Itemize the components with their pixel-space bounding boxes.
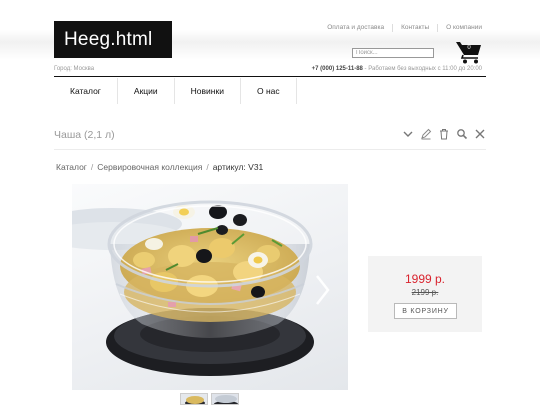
nav-item-promotions[interactable]: Акции: [118, 78, 175, 104]
breadcrumb: Каталог / Сервировочная коллекция / арти…: [56, 162, 263, 172]
search-icon[interactable]: [456, 128, 468, 140]
top-link-payment[interactable]: Оплата и доставка: [319, 24, 392, 32]
trash-icon[interactable]: [438, 128, 450, 140]
site-logo[interactable]: Heeg.html: [54, 21, 172, 58]
close-icon[interactable]: [474, 128, 486, 140]
nav-divider: [54, 76, 486, 77]
nav-item-about[interactable]: О нас: [241, 78, 297, 104]
breadcrumb-serving-collection[interactable]: Сервировочная коллекция: [97, 162, 202, 172]
search-input[interactable]: [352, 48, 434, 58]
page-title: Чаша (2,1 л): [54, 129, 115, 141]
chevron-right-icon: [316, 275, 330, 305]
cart-count-badge: 0: [467, 45, 471, 51]
nav-item-catalog[interactable]: Каталог: [54, 78, 118, 104]
thumbnail-2[interactable]: [211, 393, 239, 405]
phone-number: +7 (000) 125-11-88: [311, 66, 363, 72]
top-link-contacts[interactable]: Контакты: [392, 24, 437, 32]
next-image-button[interactable]: [312, 272, 332, 308]
product-price: 1999 р.: [404, 272, 446, 286]
chevron-down-icon[interactable]: [402, 128, 414, 140]
top-link-about[interactable]: О компании: [437, 24, 482, 32]
breadcrumb-catalog[interactable]: Каталог: [56, 162, 87, 172]
toolbar: [402, 128, 486, 140]
breadcrumb-separator: /: [90, 162, 94, 172]
image-thumbnails: [180, 393, 239, 405]
price-box: 1999 р. 2199 р. В КОРЗИНУ: [368, 256, 482, 332]
product-old-price: 2199 р.: [411, 288, 439, 297]
main-nav: Каталог Акции Новинки О нас: [54, 78, 297, 104]
breadcrumb-separator: /: [206, 162, 209, 172]
contact-line: +7 (000) 125-11-88 - Работаем без выходн…: [312, 66, 482, 72]
title-row: Чаша (2,1 л): [54, 124, 486, 150]
bowl-photo: [72, 200, 314, 376]
thumbnail-1[interactable]: [180, 393, 208, 405]
thumbnail-2-picture: [212, 394, 238, 404]
edit-icon[interactable]: [420, 128, 432, 140]
working-hours: - Работаем без выходных с 11:00 до 20:00: [362, 66, 482, 72]
nav-item-new[interactable]: Новинки: [175, 78, 241, 104]
city-label: Город: Москва: [54, 66, 95, 72]
product-image[interactable]: [72, 184, 348, 390]
top-links: Оплата и доставка Контакты О компании: [319, 24, 482, 32]
thumbnail-1-picture: [181, 394, 207, 404]
add-to-cart-button[interactable]: В КОРЗИНУ: [394, 303, 457, 319]
breadcrumb-current: артикул: V31: [212, 162, 264, 172]
